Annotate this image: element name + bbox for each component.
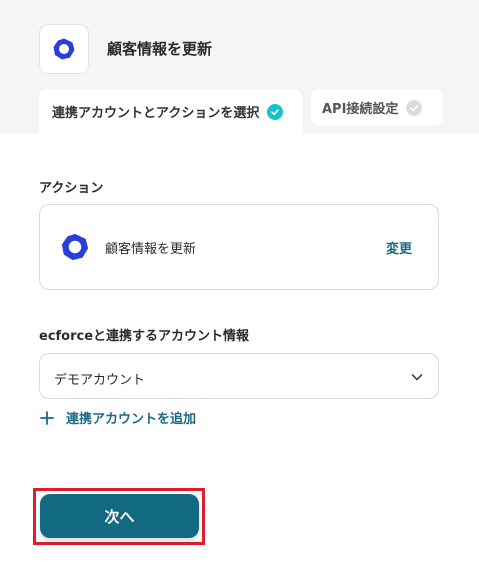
app-logo-tile: [39, 24, 89, 74]
add-account-link[interactable]: 連携アカウントを追加: [40, 408, 196, 427]
check-icon: [406, 99, 423, 116]
plus-icon: [40, 410, 54, 425]
action-name: 顧客情報を更新: [105, 242, 197, 257]
change-action-link[interactable]: 変更: [386, 238, 412, 257]
selected-account: デモアカウント: [54, 373, 146, 388]
tab-label: API接続設定: [322, 102, 399, 117]
ecforce-ring-icon: [61, 233, 89, 261]
chevron-down-icon: [411, 374, 423, 381]
tab-api-settings[interactable]: API接続設定: [311, 89, 443, 126]
tab-label: 連携アカウントとアクションを選択: [52, 106, 260, 121]
tab-account-action[interactable]: 連携アカウントとアクションを選択: [39, 89, 302, 134]
add-account-label: 連携アカウントを追加: [66, 412, 197, 427]
ecforce-ring-icon: [53, 38, 75, 60]
check-icon: [267, 103, 284, 120]
account-select[interactable]: デモアカウント: [39, 353, 439, 399]
page-title: 顧客情報を更新: [107, 40, 213, 58]
account-section-label: ecforceと連携するアカウント情報: [39, 329, 250, 344]
next-button[interactable]: 次へ: [40, 494, 199, 538]
action-section-label: アクション: [39, 181, 104, 196]
action-card: 顧客情報を更新 変更: [39, 204, 439, 290]
